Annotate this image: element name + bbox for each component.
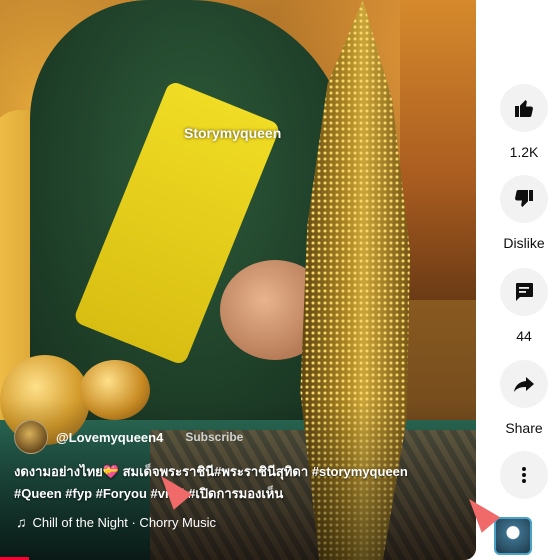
channel-row: @Lovemyqueen4 Subscribe: [14, 420, 243, 454]
dislike-label: Dislike: [503, 235, 545, 251]
like-button[interactable]: [500, 84, 548, 132]
channel-avatar[interactable]: [14, 420, 48, 454]
share-action: Share: [488, 360, 560, 436]
music-row[interactable]: ♫ Chill of the Night · Chorry Music: [16, 514, 216, 530]
like-action: 1.2K: [488, 84, 560, 160]
dislike-button[interactable]: [500, 175, 548, 223]
thumbs-down-icon: [515, 189, 533, 207]
channel-name[interactable]: @Lovemyqueen4: [56, 430, 163, 445]
more-icon: [522, 467, 526, 483]
subscribe-button[interactable]: Subscribe: [185, 430, 243, 444]
thumbs-up-icon: [515, 100, 533, 118]
share-button[interactable]: [500, 360, 548, 408]
music-title: Chill of the Night · Chorry Music: [32, 514, 217, 530]
video-player[interactable]: Storymyqueen @Lovemyqueen4 Subscribe งดง…: [0, 0, 476, 560]
background-decor: [400, 0, 476, 300]
more-button[interactable]: [500, 451, 548, 499]
caption-line-1: งดงามอย่างไทย💝 สมเด็จพระราชินี#พระราชินี…: [14, 464, 408, 479]
share-label: Share: [505, 420, 543, 436]
comment-icon: [516, 283, 533, 301]
music-note-icon: ♫: [16, 514, 27, 530]
music-channel-thumbnail[interactable]: [494, 517, 532, 555]
dislike-action: Dislike: [488, 175, 560, 251]
video-watermark: Storymyqueen: [184, 125, 282, 141]
caption-line-2: #Queen #fyp #Foryou #viral #เปิดการมองเห…: [14, 486, 284, 501]
like-count: 1.2K: [509, 144, 539, 160]
more-action: [488, 451, 560, 499]
comment-button[interactable]: [500, 268, 548, 316]
video-caption[interactable]: งดงามอย่างไทย💝 สมเด็จพระราชินี#พระราชินี…: [14, 461, 464, 505]
action-bar: 1.2K Dislike 44 Share: [476, 0, 560, 560]
share-icon: [514, 377, 534, 392]
comment-count: 44: [516, 328, 532, 344]
comment-action: 44: [488, 268, 560, 344]
